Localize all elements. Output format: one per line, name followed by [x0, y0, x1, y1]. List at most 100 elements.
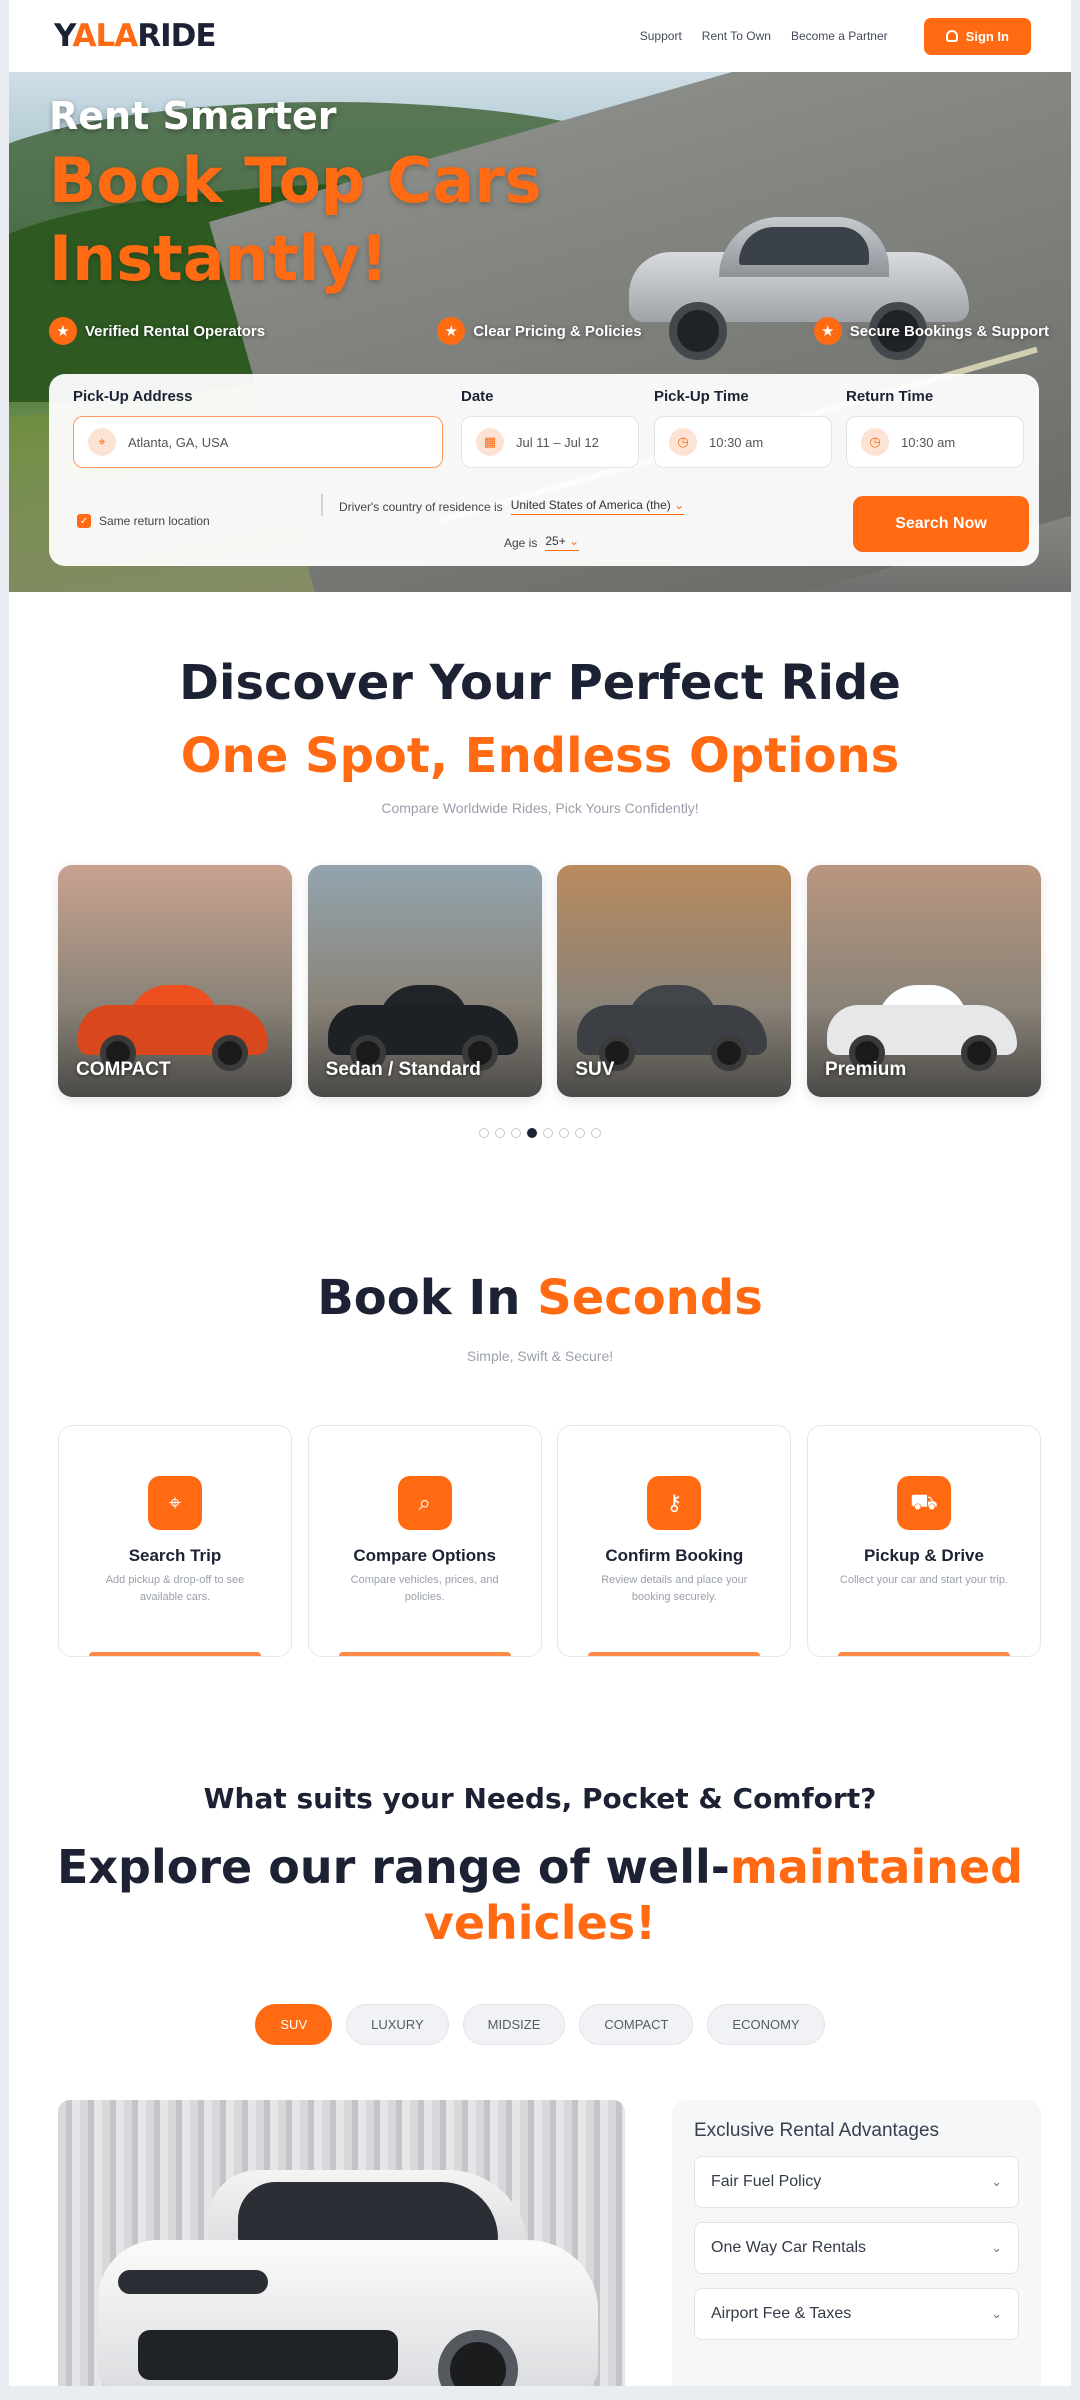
explore-title-line-1: Explore our range of well-maintained — [9, 1840, 1071, 1894]
tab-suv[interactable]: SUV — [255, 2004, 333, 2045]
category-car-image — [826, 985, 1017, 1071]
carousel-dot[interactable] — [511, 1128, 521, 1138]
badge-secure: ★ Secure Bookings & Support — [813, 317, 1049, 345]
explore-title-b: maintained — [729, 1840, 1024, 1894]
tab-luxury[interactable]: LUXURY — [346, 2004, 449, 2045]
age-label: Age is — [504, 535, 538, 550]
age-select[interactable]: 25+ ⌄ — [545, 534, 580, 551]
hero-badges: ★ Verified Rental Operators ★ Clear Pricin… — [49, 317, 1049, 345]
same-return-label: Same return location — [99, 514, 210, 528]
date-label: Date — [461, 388, 494, 405]
book-caption: Simple, Swift & Secure! — [466, 1348, 614, 1364]
chevron-down-icon: ⌄ — [674, 498, 685, 512]
nav-link-support[interactable]: Support — [640, 29, 682, 43]
hero-banner: Rent Smarter Book Top Cars Instantly! ★ V… — [9, 72, 1071, 592]
residence-value: United States of America (the) — [510, 498, 671, 512]
pickup-time-label: Pick-Up Time — [654, 388, 749, 405]
hero-text: Rent Smarter Book Top Cars Instantly! — [49, 94, 542, 298]
user-icon — [945, 30, 958, 42]
category-label: Premium — [824, 1059, 907, 1080]
step-description: Review details and place your booking se… — [601, 1574, 748, 1603]
category-car-image — [577, 985, 768, 1071]
star-icon: ★ — [813, 317, 842, 345]
hero-title-line-2: Instantly! — [49, 222, 389, 295]
same-return-checkbox[interactable]: ✓ Same return location — [77, 514, 210, 528]
needs-heading: What suits your Needs, Pocket & Comfort? — [203, 1782, 877, 1815]
step-description: Collect your car and start your trip. — [839, 1574, 1009, 1586]
accordion-fair-fuel[interactable]: Fair Fuel Policy ⌄ — [694, 2156, 1019, 2208]
accordion-one-way[interactable]: One Way Car Rentals ⌄ — [694, 2222, 1019, 2274]
return-time-value: 10:30 am — [901, 434, 956, 450]
vehicle-image — [58, 2100, 625, 2386]
carousel-dot[interactable] — [543, 1128, 553, 1138]
carousel-dot[interactable] — [559, 1128, 569, 1138]
search-now-button[interactable]: Search Now — [853, 496, 1029, 552]
step-title: Confirm Booking — [605, 1546, 744, 1565]
logo[interactable]: YALARIDE — [54, 18, 217, 54]
step-title: Search Trip — [128, 1546, 222, 1565]
category-card[interactable]: Premium — [806, 865, 1041, 1097]
category-card[interactable]: Sedan / Standard — [307, 865, 542, 1097]
badge-verified: ★ Verified Rental Operators — [49, 317, 265, 345]
residence-row: Driver's country of residence is United … — [339, 498, 685, 515]
logo-part-ride: RIDE — [137, 18, 216, 54]
step-card: ⛟ Pickup & Drive Collect your car and star… — [806, 1425, 1041, 1657]
accordion-airport-fee[interactable]: Airport Fee & Taxes ⌄ — [694, 2288, 1019, 2340]
tab-compact[interactable]: COMPACT — [579, 2004, 694, 2045]
pickup-time-input[interactable]: ◷ 10:30 am — [654, 416, 832, 468]
category-car-image — [327, 985, 518, 1071]
explore-title-line-2: vehicles! — [423, 1896, 657, 1950]
nav-link-rent-to-own[interactable]: Rent To Own — [702, 29, 771, 43]
search-icon: ⌕ — [397, 1476, 452, 1530]
pickup-time-value: 10:30 am — [709, 434, 764, 450]
chevron-down-icon: ⌄ — [569, 534, 580, 548]
advantages-title: Exclusive Rental Advantages — [694, 2120, 940, 2141]
category-card[interactable]: SUV — [557, 865, 792, 1097]
hero-subtitle: Rent Smarter — [49, 94, 337, 138]
category-label: Sedan / Standard — [325, 1059, 481, 1080]
vehicle-type-tabs: SUV LUXURY MIDSIZE COMPACT ECONOMY — [9, 2004, 1071, 2045]
hero-title: Book Top Cars Instantly! — [49, 142, 542, 298]
residence-select[interactable]: United States of America (the) ⌄ — [510, 498, 685, 515]
chevron-down-icon: ⌄ — [991, 2306, 1002, 2321]
pickup-address-label: Pick-Up Address — [73, 388, 193, 405]
category-label: SUV — [575, 1059, 615, 1080]
pickup-address-input[interactable]: ⌖ Atlanta, GA, USA — [73, 416, 443, 468]
category-card[interactable]: COMPACT — [58, 865, 292, 1097]
return-time-input[interactable]: ◷ 10:30 am — [846, 416, 1024, 468]
carousel-dot[interactable] — [527, 1128, 537, 1138]
accordion-label: One Way Car Rentals — [711, 2239, 867, 2256]
carousel-dot[interactable] — [479, 1128, 489, 1138]
step-card: ⌕ Compare Options Compare vehicles, prices… — [307, 1425, 542, 1657]
checkmark-icon: ✓ — [77, 514, 91, 528]
page: YALARIDE Support Rent To Own Become a Pa… — [9, 0, 1071, 2386]
sign-in-label: Sign In — [965, 28, 1009, 44]
carousel-dot[interactable] — [591, 1128, 601, 1138]
step-title: Pickup & Drive — [863, 1546, 984, 1565]
return-time-label: Return Time — [846, 388, 934, 405]
step-description: Compare vehicles, prices, and policies. — [350, 1574, 499, 1603]
tab-midsize[interactable]: MIDSIZE — [462, 2004, 566, 2045]
top-nav: YALARIDE Support Rent To Own Become a Pa… — [9, 0, 1071, 72]
carousel-dot[interactable] — [575, 1128, 585, 1138]
explore-title-a: Explore our range of well- — [56, 1840, 730, 1894]
book-title-b: Seconds — [537, 1270, 763, 1326]
badge-label: Verified Rental Operators — [85, 322, 266, 340]
star-icon: ★ — [49, 317, 77, 345]
discover-title: Discover Your Perfect Ride — [179, 655, 901, 711]
date-input[interactable]: ▦ Jul 11 – Jul 12 — [461, 416, 639, 468]
sign-in-button[interactable]: Sign In — [923, 17, 1031, 55]
nav-link-become-partner[interactable]: Become a Partner — [791, 29, 888, 43]
chevron-down-icon: ⌄ — [991, 2174, 1002, 2189]
tab-economy[interactable]: ECONOMY — [707, 2004, 825, 2045]
badge-label: Clear Pricing & Policies — [473, 322, 642, 340]
location-pin-icon: ⌖ — [148, 1476, 202, 1530]
booking-steps: ⌖ Search Trip Add pickup & drop-off to see… — [58, 1425, 1041, 1657]
logo-part-y: Y — [54, 18, 74, 54]
search-form: Pick-Up Address ⌖ Atlanta, GA, USA Date … — [49, 374, 1039, 566]
clock-icon: ◷ — [861, 428, 889, 456]
rental-advantages-panel: Exclusive Rental Advantages Fair Fuel Po… — [672, 2100, 1041, 2386]
location-pin-icon: ⌖ — [88, 428, 116, 456]
key-icon: ⚷ — [647, 1476, 702, 1530]
carousel-dot[interactable] — [495, 1128, 505, 1138]
